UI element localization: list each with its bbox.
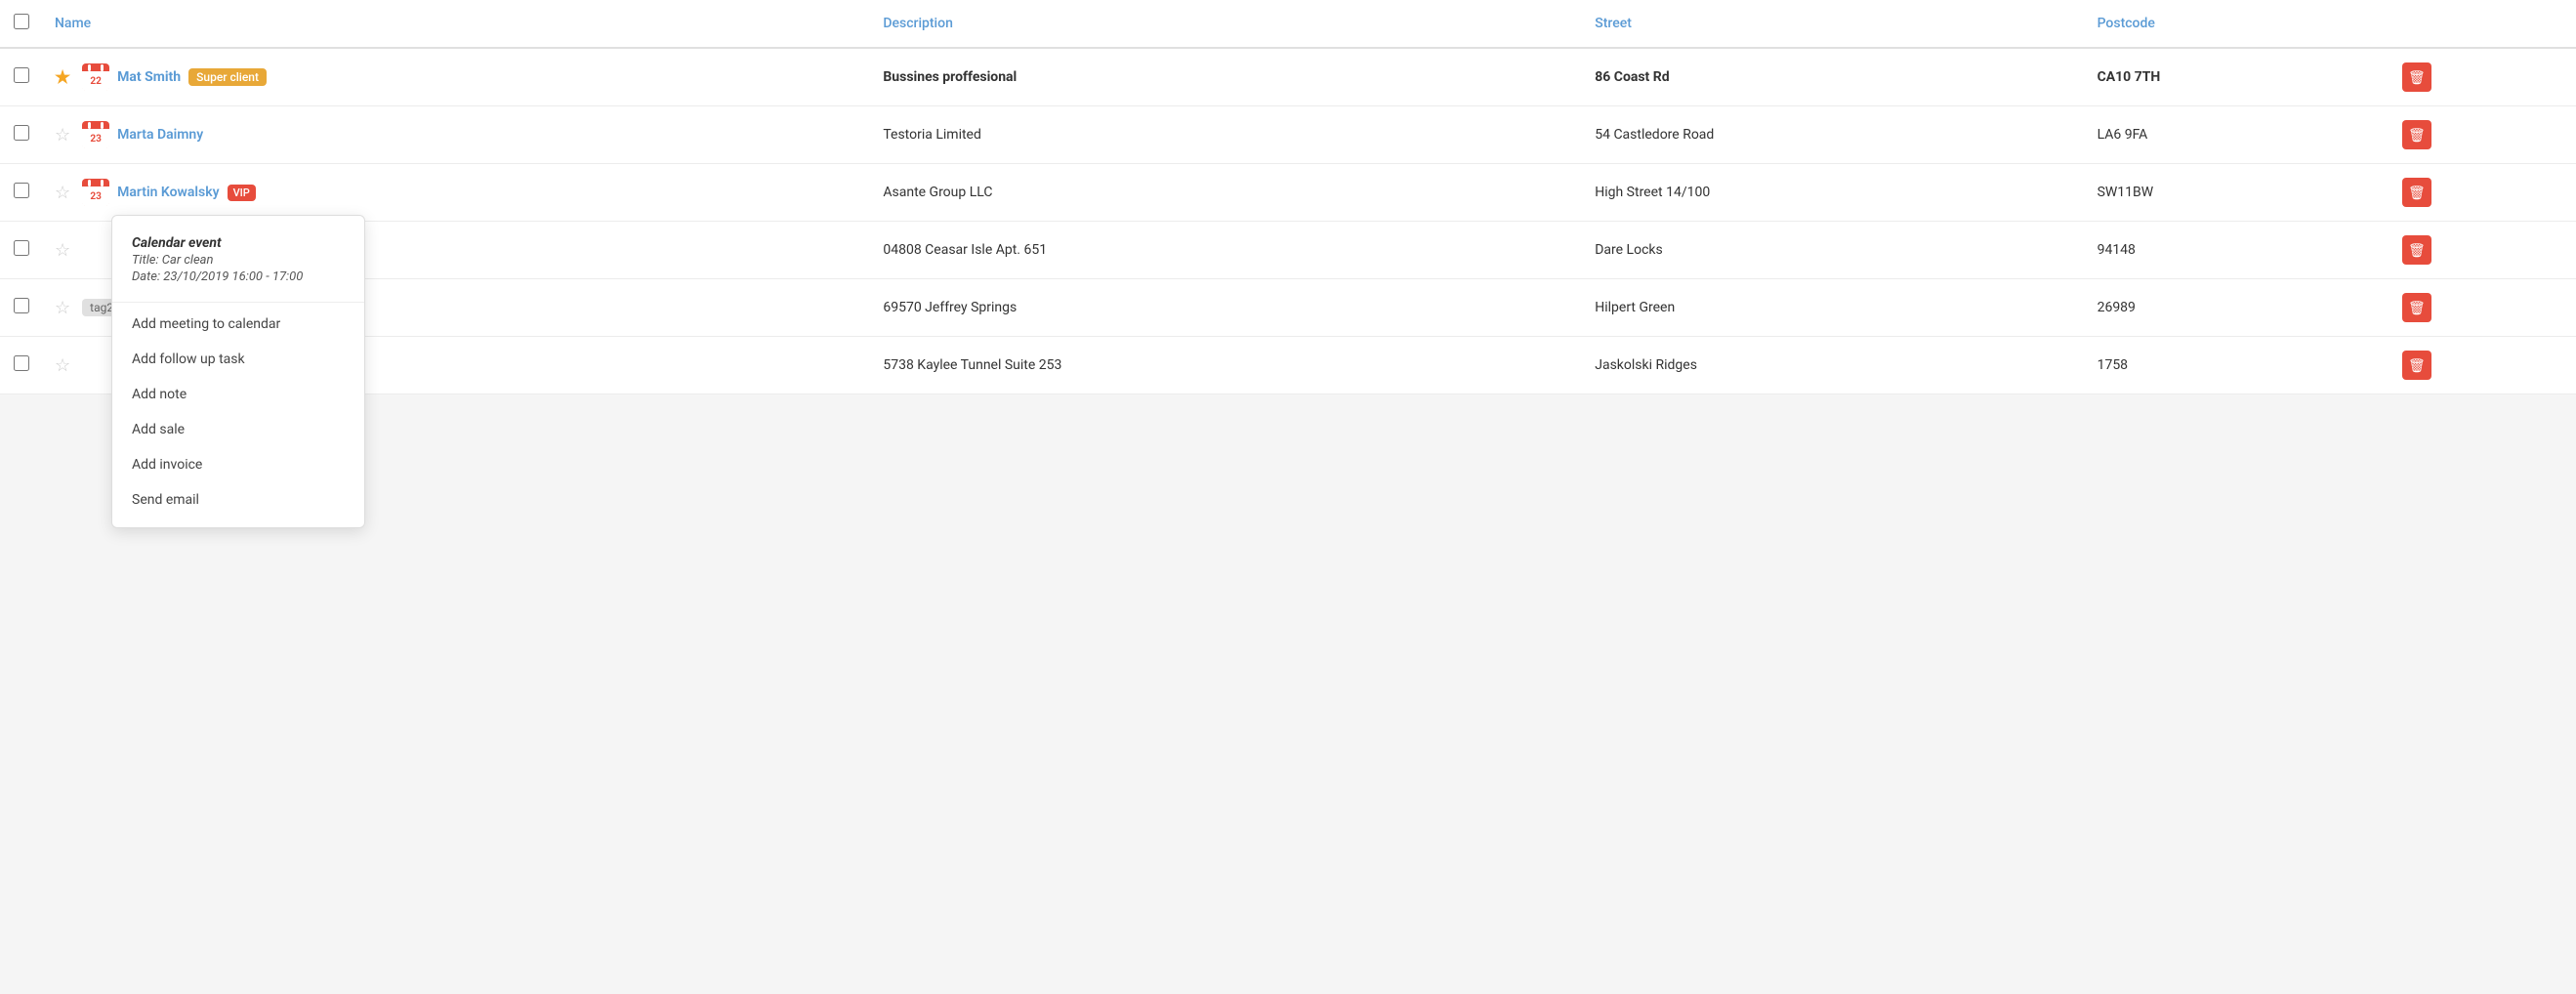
delete-cell: 🗑 (2390, 48, 2576, 106)
popup-action-2[interactable]: Add note (112, 377, 364, 412)
contact-badge: Super client (188, 68, 267, 86)
street-cell: 86 Coast Rd (1583, 48, 2085, 106)
select-all-header (0, 0, 43, 48)
star-icon[interactable]: ☆ (55, 125, 70, 145)
name-cell: ★ 22 Mat Smith Super client (43, 48, 871, 106)
row-checkbox-cell (0, 164, 43, 222)
row-checkbox[interactable] (14, 355, 29, 371)
delete-cell: 🗑 (2390, 279, 2576, 337)
postcode-cell: 26989 (2086, 279, 2390, 337)
star-icon[interactable]: ☆ (55, 240, 70, 261)
delete-cell: 🗑 (2390, 164, 2576, 222)
contact-name[interactable]: Marta Daimny (117, 127, 203, 143)
popup-action-4[interactable]: Add invoice (112, 447, 364, 482)
delete-button[interactable]: 🗑 (2402, 120, 2431, 149)
row-checkbox-cell (0, 48, 43, 106)
popup-date-label: Date: (132, 269, 160, 284)
contact-name[interactable]: Martin Kowalsky (117, 185, 219, 200)
description-cell: Bussines proffesional (871, 48, 1583, 106)
popup-action-1[interactable]: Add follow up task (112, 342, 364, 377)
star-icon[interactable]: ★ (55, 67, 70, 88)
row-checkbox[interactable] (14, 298, 29, 313)
delete-button[interactable]: 🗑 (2402, 351, 2431, 380)
star-icon[interactable]: ☆ (55, 355, 70, 376)
postcode-cell: LA6 9FA (2086, 106, 2390, 164)
delete-button[interactable]: 🗑 (2402, 235, 2431, 265)
popup-action-5[interactable]: Send email (112, 482, 364, 518)
name-cell: ☆ 23 Martin Kowalsky VIP (43, 164, 871, 222)
row-checkbox-cell (0, 337, 43, 394)
name-column-header: Name (43, 0, 871, 48)
row-checkbox-cell (0, 279, 43, 337)
street-cell: High Street 14/100 (1583, 164, 2085, 222)
row-checkbox[interactable] (14, 67, 29, 83)
popup-action-0[interactable]: Add meeting to calendar (112, 307, 364, 342)
row-checkbox-cell (0, 106, 43, 164)
popup-title-value: Car clean (162, 253, 214, 268)
row-checkbox[interactable] (14, 183, 29, 198)
delete-button[interactable]: 🗑 (2402, 178, 2431, 207)
description-cell: 69570 Jeffrey Springs (871, 279, 1583, 337)
delete-cell: 🗑 (2390, 337, 2576, 394)
postcode-column-header: Postcode (2086, 0, 2390, 48)
description-cell: Testoria Limited (871, 106, 1583, 164)
calendar-icon[interactable]: 22 (82, 63, 109, 91)
street-cell: Jaskolski Ridges (1583, 337, 2085, 394)
calendar-icon[interactable]: 23 (82, 179, 109, 206)
description-cell: 04808 Ceasar Isle Apt. 651 (871, 222, 1583, 279)
calendar-icon[interactable]: 23 (82, 121, 109, 148)
row-checkbox-cell (0, 222, 43, 279)
street-cell: Dare Locks (1583, 222, 2085, 279)
description-cell: 5738 Kaylee Tunnel Suite 253 (871, 337, 1583, 394)
contact-name[interactable]: Mat Smith (117, 69, 181, 85)
popup-event-date: Date: 23/10/2019 16:00 - 17:00 (132, 269, 345, 284)
postcode-cell: SW11BW (2086, 164, 2390, 222)
delete-button[interactable]: 🗑 (2402, 293, 2431, 322)
delete-button[interactable]: 🗑 (2402, 62, 2431, 92)
popup-date-value: 23/10/2019 16:00 - 17:00 (163, 269, 303, 284)
postcode-cell: 1758 (2086, 337, 2390, 394)
actions-column-header (2390, 0, 2576, 48)
calendar-popup: Calendar event Title: Car clean Date: 23… (111, 215, 365, 528)
popup-action-3[interactable]: Add sale (112, 412, 364, 447)
name-cell: ☆ 23 Marta Daimny (43, 106, 871, 164)
contact-badge: VIP (228, 185, 256, 201)
street-cell: Hilpert Green (1583, 279, 2085, 337)
description-cell: Asante Group LLC (871, 164, 1583, 222)
star-icon[interactable]: ☆ (55, 298, 70, 318)
popup-title-label: Title: (132, 253, 159, 268)
street-cell: 54 Castledore Road (1583, 106, 2085, 164)
description-column-header: Description (871, 0, 1583, 48)
delete-cell: 🗑 (2390, 106, 2576, 164)
row-checkbox[interactable] (14, 125, 29, 141)
popup-event-title: Title: Car clean (132, 253, 345, 268)
popup-title: Calendar event (132, 235, 345, 251)
delete-cell: 🗑 (2390, 222, 2576, 279)
row-checkbox[interactable] (14, 240, 29, 256)
star-icon[interactable]: ☆ (55, 183, 70, 203)
select-all-checkbox[interactable] (14, 14, 29, 29)
street-column-header: Street (1583, 0, 2085, 48)
postcode-cell: 94148 (2086, 222, 2390, 279)
postcode-cell: CA10 7TH (2086, 48, 2390, 106)
